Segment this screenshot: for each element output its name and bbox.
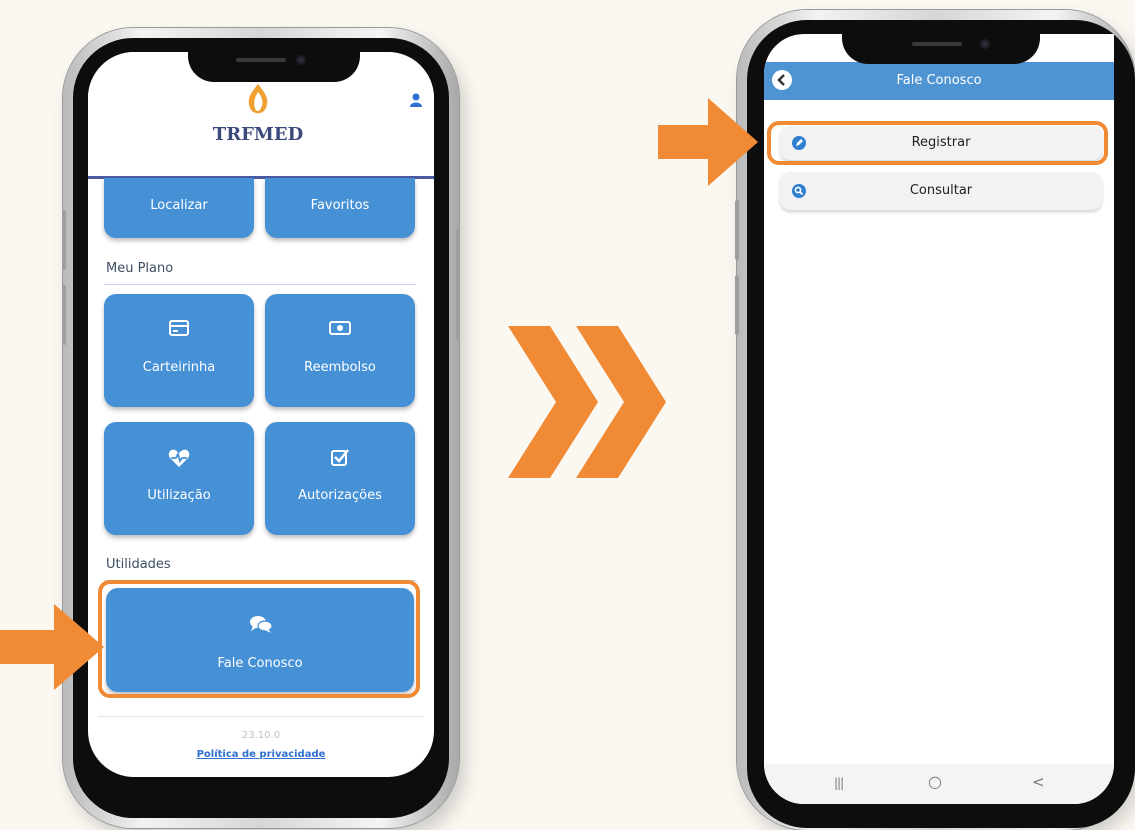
tile-label: Localizar (150, 198, 208, 213)
logo (246, 84, 270, 118)
tile-carteirinha[interactable]: Carteirinha (104, 294, 254, 407)
highlight-outline (767, 121, 1108, 165)
right-phone-camera (980, 39, 990, 49)
double-chevron-right-icon (500, 318, 670, 486)
home-button[interactable]: ○ (928, 772, 942, 791)
money-icon (329, 321, 351, 335)
divider (98, 716, 424, 717)
left-phone-camera (296, 55, 306, 65)
user-icon[interactable] (410, 92, 422, 107)
tile-label: Autorizações (298, 488, 382, 503)
tile-favoritos[interactable]: Favoritos (265, 178, 415, 238)
right-phone-side-button (735, 200, 739, 260)
recent-apps-button[interactable]: ||| (834, 776, 844, 790)
right-phone-side-button (735, 275, 739, 335)
logo-flame-icon (248, 84, 268, 114)
check-square-icon (331, 448, 349, 466)
left-phone-side-button (62, 285, 66, 345)
app-header: Fale Conosco (764, 62, 1114, 100)
left-phone-speaker (236, 58, 286, 62)
consultar-button[interactable]: Consultar (780, 172, 1102, 210)
app-version: 23.10.0 (241, 730, 281, 741)
tile-autorizacoes[interactable]: Autorizações (265, 422, 415, 535)
android-nav-bar: ||| ○ < (764, 764, 1114, 804)
right-phone-speaker (912, 42, 962, 46)
tile-label: Reembolso (304, 360, 376, 375)
id-card-icon (169, 320, 189, 336)
tile-label: Favoritos (310, 198, 370, 213)
page-title: Fale Conosco (896, 73, 982, 88)
back-nav-button[interactable]: < (1032, 773, 1045, 791)
left-phone-side-button (62, 210, 66, 270)
logo-text: TRFMED (212, 124, 304, 145)
tile-label: Utilização (147, 488, 211, 503)
section-title-meu-plano: Meu Plano (106, 261, 174, 276)
highlight-outline (98, 580, 420, 698)
arrow-right-icon (658, 98, 762, 186)
arrow-right-icon (0, 604, 112, 690)
tile-label: Carteirinha (142, 360, 216, 375)
tile-utilizacao[interactable]: Utilização (104, 422, 254, 535)
privacy-policy-link[interactable]: Política de privacidade (88, 749, 434, 760)
heart-pulse-icon (168, 448, 190, 468)
tile-localizar[interactable]: Localizar (104, 178, 254, 238)
divider (104, 284, 416, 285)
section-title-utilidades: Utilidades (106, 557, 171, 572)
tile-reembolso[interactable]: Reembolso (265, 294, 415, 407)
left-phone-side-button (456, 230, 460, 340)
button-label: Consultar (909, 183, 973, 198)
